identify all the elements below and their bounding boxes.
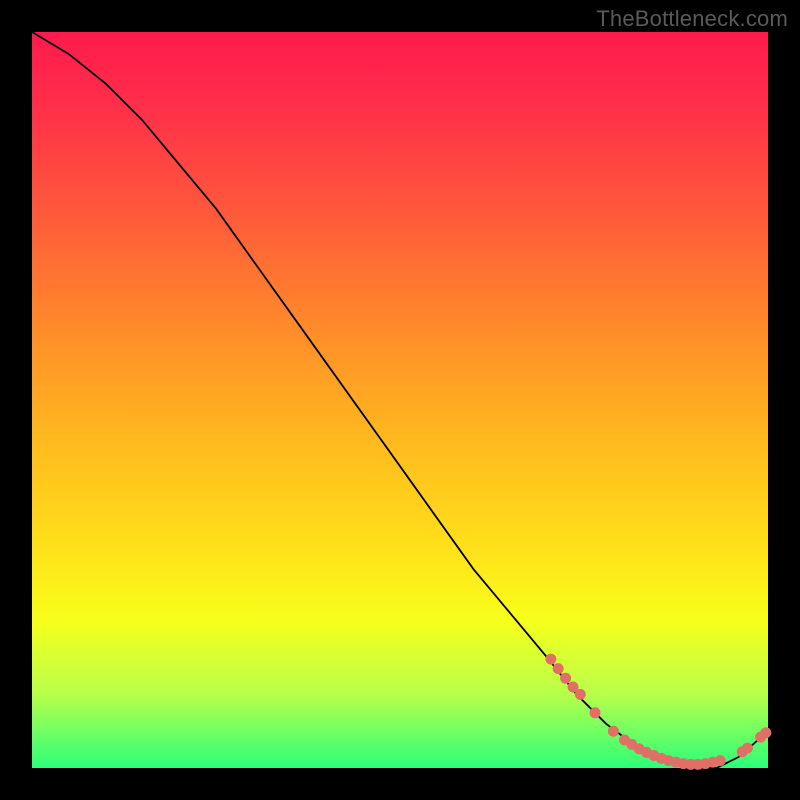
data-marker	[760, 727, 771, 738]
data-marker	[590, 707, 601, 718]
data-marker	[553, 663, 564, 674]
data-marker	[575, 689, 586, 700]
data-marker	[608, 726, 619, 737]
watermark-text: TheBottleneck.com	[596, 6, 788, 32]
data-marker	[742, 743, 753, 754]
plot-area	[32, 32, 768, 768]
data-markers	[545, 654, 771, 770]
data-marker	[560, 673, 571, 684]
data-marker	[545, 654, 556, 665]
bottleneck-curve	[32, 32, 768, 768]
chart-frame: TheBottleneck.com	[0, 0, 800, 800]
data-marker	[715, 755, 726, 766]
chart-svg	[32, 32, 768, 768]
